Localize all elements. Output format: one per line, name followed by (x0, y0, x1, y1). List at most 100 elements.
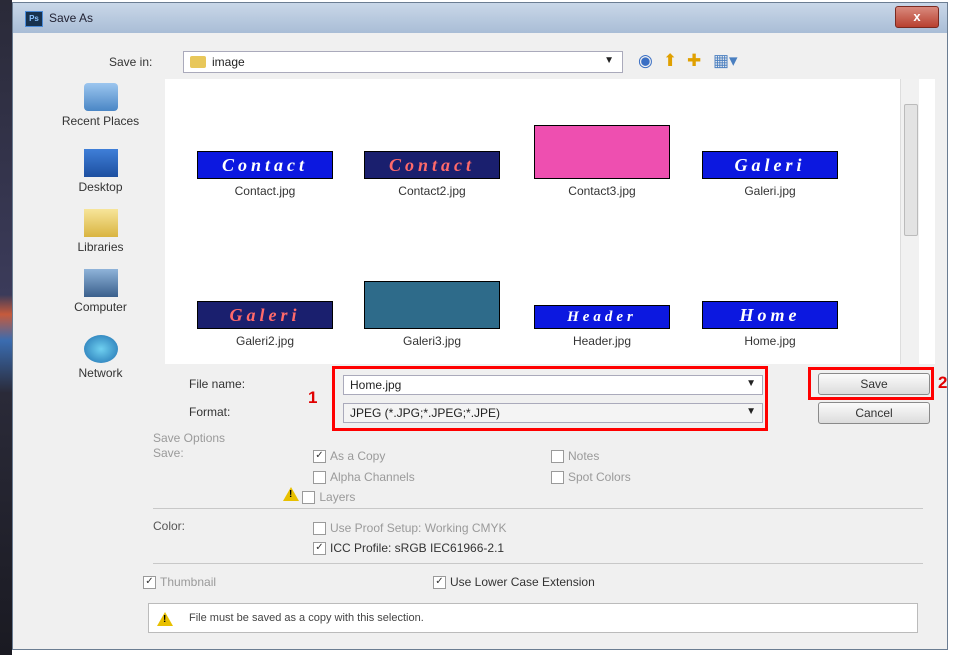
warning-message: File must be saved as a copy with this s… (189, 612, 424, 624)
checkbox-box: ✓ (433, 576, 446, 590)
annotation-number-1: 1 (308, 388, 318, 407)
highlight-box-1 (332, 366, 768, 431)
lower-case-extension-label: Use Lower Case Extension (450, 575, 595, 589)
as-a-copy-label: As a Copy (330, 449, 386, 463)
file-thumbnail: Header (534, 305, 670, 329)
network-icon (83, 335, 118, 363)
file-item[interactable]: Contact Contact.jpg (190, 151, 340, 198)
lower-case-extension-checkbox[interactable]: ✓ Use Lower Case Extension (433, 575, 595, 590)
file-name: Header.jpg (572, 334, 632, 348)
place-label: Recent Places (61, 114, 140, 128)
cancel-button[interactable]: Cancel (818, 402, 930, 424)
format-label: Format: (189, 405, 231, 419)
checkbox-box (313, 522, 326, 536)
place-label: Computer (74, 300, 127, 314)
background-strip (0, 0, 12, 655)
file-item[interactable]: Galeri Galeri2.jpg (190, 301, 340, 348)
spot-colors-label: Spot Colors (568, 470, 631, 484)
place-computer[interactable]: Computer (33, 269, 168, 314)
file-name: Galeri.jpg (744, 184, 796, 198)
thumbnail-checkbox[interactable]: ✓ Thumbnail (143, 575, 217, 590)
place-label: Network (78, 366, 123, 380)
save-options-heading: Save Options (153, 431, 226, 445)
separator (153, 563, 923, 564)
file-thumbnail: Galeri (702, 151, 838, 179)
checkbox-box: ✓ (313, 542, 326, 556)
icc-profile-checkbox[interactable]: ✓ ICC Profile: sRGB IEC61966-2.1 (313, 541, 505, 556)
file-thumbnail (534, 125, 670, 179)
file-name: Galeri3.jpg (402, 334, 462, 348)
back-icon[interactable]: ◉ (638, 51, 653, 71)
chevron-down-icon: ▼ (604, 55, 614, 66)
file-name: Contact2.jpg (398, 184, 466, 198)
checkbox-box (551, 450, 564, 464)
spot-colors-checkbox[interactable]: Spot Colors (551, 470, 631, 485)
vertical-scrollbar[interactable] (900, 79, 919, 364)
annotation-number-2: 2 (938, 373, 948, 392)
recent-places-icon (83, 83, 118, 111)
checkbox-box (302, 491, 316, 505)
file-thumbnail: Home (702, 301, 838, 329)
save-in-value: image (212, 55, 245, 69)
computer-icon (83, 269, 118, 297)
highlight-box-2 (808, 367, 934, 400)
file-item[interactable]: Contact Contact2.jpg (357, 151, 507, 198)
photoshop-app-icon: Ps (25, 11, 43, 27)
desktop-icon (83, 149, 118, 177)
use-proof-setup-label: Use Proof Setup: Working CMYK (330, 521, 507, 535)
save-in-label: Save in: (109, 55, 153, 69)
up-folder-icon[interactable]: ⬆ (663, 51, 677, 71)
file-thumbnail (364, 281, 500, 329)
file-item[interactable]: Galeri3.jpg (357, 281, 507, 348)
save-label: Save: (153, 446, 184, 460)
separator (153, 508, 923, 509)
save-in-dropdown[interactable]: image ▼ (183, 51, 623, 73)
layers-label: Layers (319, 490, 356, 504)
close-button[interactable]: x (895, 6, 939, 28)
as-a-copy-checkbox[interactable]: ✓ As a Copy (313, 449, 386, 464)
place-desktop[interactable]: Desktop (33, 149, 168, 194)
file-thumbnail: Contact (364, 151, 500, 179)
file-item[interactable]: Contact3.jpg (527, 125, 677, 198)
file-name-label: File name: (189, 377, 246, 391)
view-menu-icon[interactable]: ▦▾ (713, 51, 738, 71)
checkbox-box: ✓ (143, 576, 156, 590)
file-item[interactable]: Header Header.jpg (527, 305, 677, 348)
place-recent-places[interactable]: Recent Places (33, 83, 168, 128)
warning-icon (157, 612, 173, 626)
save-as-dialog: Ps Save As x Save in: image ▼ ◉ ⬆ ✚ ▦▾ R… (12, 2, 948, 650)
file-thumbnail: Galeri (197, 301, 333, 329)
alpha-channels-checkbox[interactable]: Alpha Channels (313, 470, 415, 485)
place-label: Desktop (78, 180, 123, 194)
checkbox-box (551, 471, 564, 485)
window-title: Save As (49, 11, 94, 25)
warning-icon (283, 487, 299, 501)
place-label: Libraries (77, 240, 124, 254)
checkbox-box (313, 471, 326, 485)
alpha-channels-label: Alpha Channels (330, 470, 415, 484)
notes-checkbox[interactable]: Notes (551, 449, 600, 464)
layers-checkbox[interactable]: Layers (283, 487, 356, 505)
icc-profile-label: ICC Profile: sRGB IEC61966-2.1 (330, 541, 505, 555)
title-bar: Ps Save As x (13, 3, 947, 33)
file-item[interactable]: Galeri Galeri.jpg (695, 151, 845, 198)
scrollbar-thumb[interactable] (904, 104, 918, 236)
file-thumbnail: Contact (197, 151, 333, 179)
notes-label: Notes (568, 449, 600, 463)
color-label: Color: (153, 519, 186, 533)
checkbox-box: ✓ (313, 450, 326, 464)
libraries-icon (83, 209, 118, 237)
file-name: Galeri2.jpg (235, 334, 295, 348)
place-network[interactable]: Network (33, 335, 168, 380)
place-libraries[interactable]: Libraries (33, 209, 168, 254)
file-name: Contact3.jpg (568, 184, 636, 198)
file-name: Home.jpg (744, 334, 796, 348)
use-proof-setup-checkbox[interactable]: Use Proof Setup: Working CMYK (313, 521, 507, 536)
file-name: Contact.jpg (234, 184, 296, 198)
file-list: Contact Contact.jpg Contact Contact2.jpg… (165, 79, 935, 364)
folder-icon (190, 56, 206, 68)
warning-message-box: File must be saved as a copy with this s… (148, 603, 918, 633)
thumbnail-label: Thumbnail (160, 575, 217, 589)
file-item[interactable]: Home Home.jpg (695, 301, 845, 348)
new-folder-icon[interactable]: ✚ (687, 51, 701, 71)
